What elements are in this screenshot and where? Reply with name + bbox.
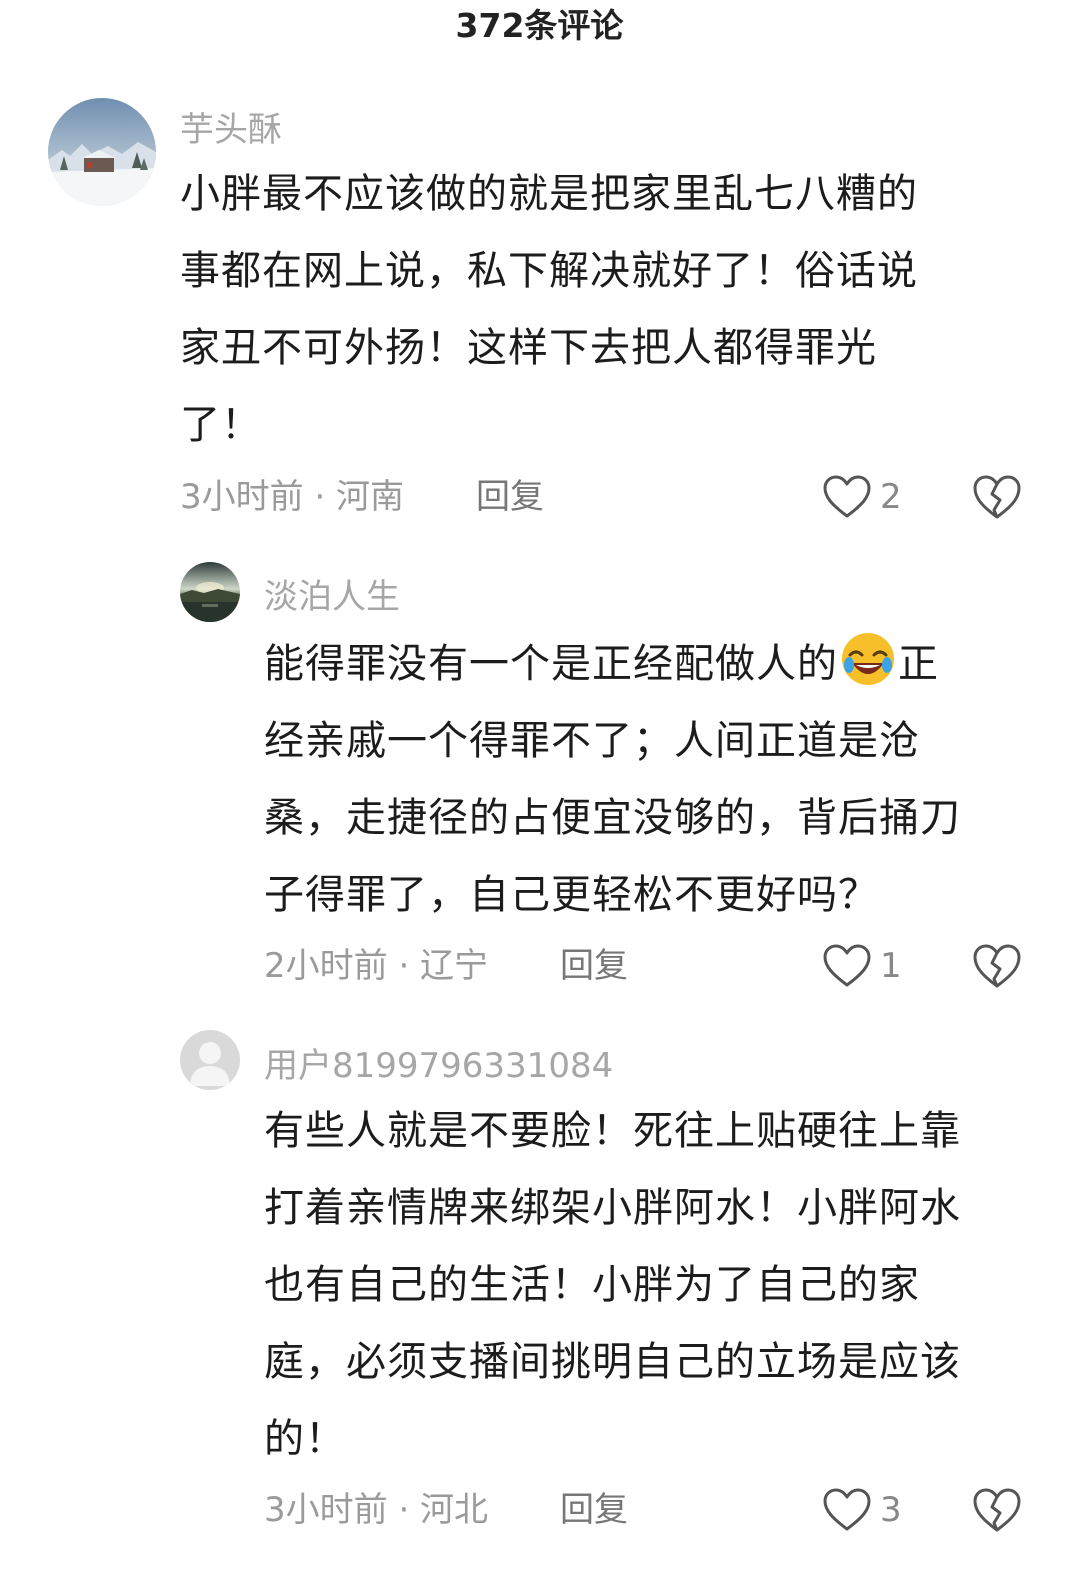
broken-heart-icon	[973, 1488, 1021, 1532]
heart-outline-icon	[823, 1488, 871, 1531]
like-count: 2	[880, 477, 902, 517]
comment-text-line: 能得罪没有一个是正经配做人的 正	[264, 626, 1054, 703]
reply-button[interactable]: 回复	[560, 1485, 628, 1535]
comment-meta: 3小时前 · 河南	[180, 477, 405, 517]
like-count: 1	[880, 946, 902, 986]
comment-text-line: 小胖最不应该做的就是把家里乱七八糟的	[180, 171, 918, 217]
reply-button[interactable]: 回复	[560, 941, 628, 991]
comment-text-segment: 正	[898, 641, 939, 687]
comment-text-line: 经亲戚一个得罪不了；人间正道是沧	[264, 718, 920, 764]
comment-username[interactable]: 淡泊人生	[264, 569, 400, 618]
comment-meta: 3小时前 · 河北	[264, 1490, 489, 1530]
broken-heart-icon	[973, 944, 1021, 988]
dislike-button[interactable]	[972, 1485, 1022, 1535]
comment-text-line: 子得罪了，自己更轻松不更好吗？	[264, 872, 879, 918]
comment-username[interactable]: 芋头酥	[180, 102, 282, 151]
broken-heart-icon	[973, 475, 1021, 519]
like-button[interactable]: 2	[822, 472, 902, 522]
avatar[interactable]	[180, 562, 240, 622]
avatar[interactable]	[180, 1030, 240, 1090]
comment-text-line: 也有自己的生活！小胖为了自己的家	[264, 1262, 920, 1308]
comment-text-line: 了！	[180, 402, 262, 448]
heart-outline-icon	[823, 944, 871, 987]
lake-sunset-avatar-icon	[180, 562, 240, 622]
dislike-button[interactable]	[972, 472, 1022, 522]
comment-text-line: 家丑不可外扬！这样下去把人都得罪光	[180, 325, 877, 371]
comment-text-line: 庭，必须支播间挑明自己的立场是应该	[264, 1339, 961, 1385]
comment-text: 小胖最不应该做的就是把家里乱七八糟的 事都在网上说，私下解决就好了！俗话说 家丑…	[180, 156, 1060, 464]
comment-text-line: 事都在网上说，私下解决就好了！俗话说	[180, 248, 918, 294]
comments-count-title: 372条评论	[455, 6, 624, 45]
like-button[interactable]: 3	[822, 1485, 902, 1535]
rofl-emoji-icon	[842, 633, 894, 685]
comment-text: 有些人就是不要脸！死往上贴硬往上靠 打着亲情牌来绑架小胖阿水！小胖阿水 也有自己…	[264, 1093, 1054, 1478]
comment-text-line: 的！	[264, 1416, 346, 1462]
snow-landscape-avatar-icon	[48, 98, 156, 206]
reply-button[interactable]: 回复	[476, 472, 544, 522]
comment-text-line: 打着亲情牌来绑架小胖阿水！小胖阿水	[264, 1185, 961, 1231]
comment-text-line: 桑，走捷径的占便宜没够的，背后捅刀	[264, 795, 961, 841]
comment-username[interactable]: 用户8199796331084	[264, 1038, 613, 1087]
heart-outline-icon	[823, 475, 871, 518]
default-user-avatar-icon	[180, 1030, 240, 1090]
comment-text-line: 有些人就是不要脸！死往上贴硬往上靠	[264, 1108, 961, 1154]
dislike-button[interactable]	[972, 941, 1022, 991]
like-count: 3	[880, 1490, 902, 1530]
comment-text: 能得罪没有一个是正经配做人的 正 经亲戚一个得罪不了；人间正道是沧 桑，走捷径的…	[264, 626, 1054, 934]
like-button[interactable]: 1	[822, 941, 902, 991]
avatar[interactable]	[48, 98, 156, 206]
comment-meta: 2小时前 · 辽宁	[264, 946, 489, 986]
comment-text-segment: 能得罪没有一个是正经配做人的	[264, 641, 838, 687]
